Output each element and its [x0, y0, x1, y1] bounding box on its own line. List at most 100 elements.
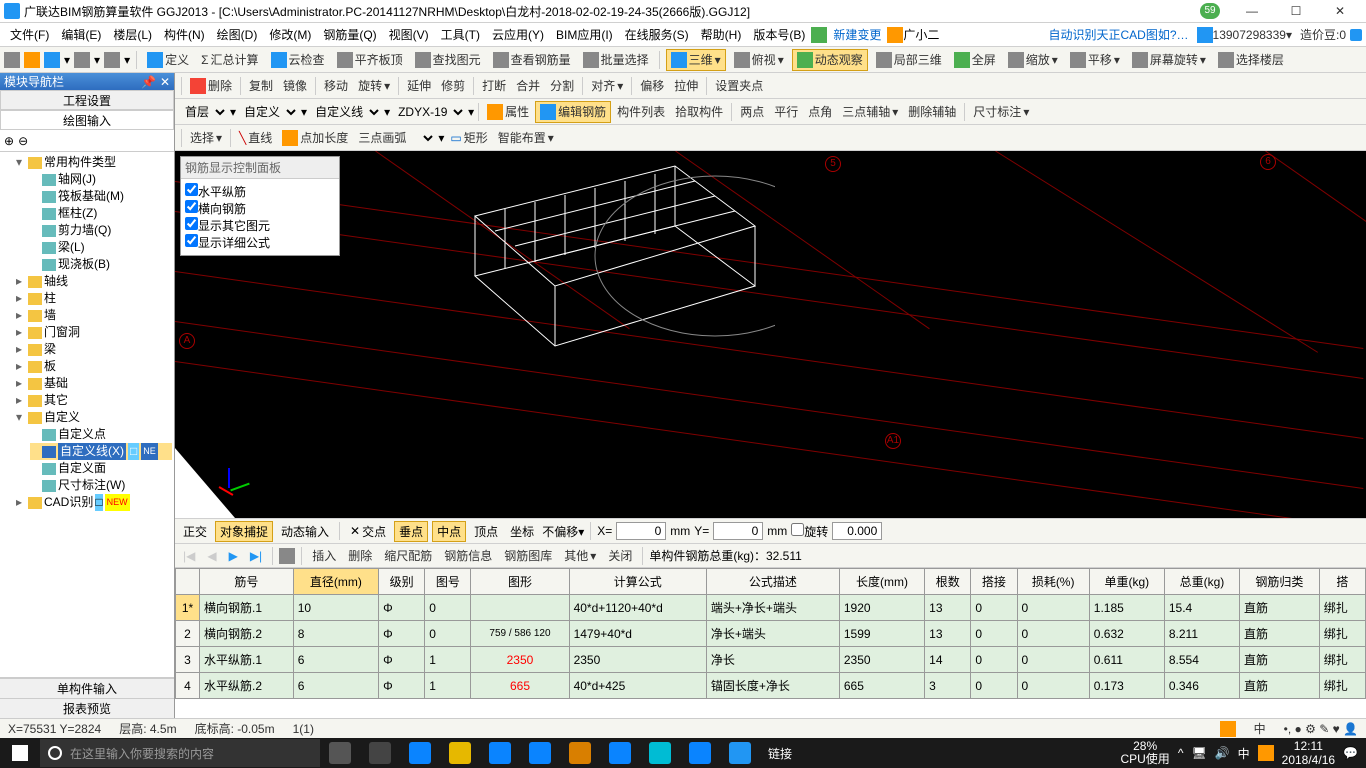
- viewport-3d[interactable]: 5 6 A A1: [175, 151, 1366, 518]
- tab-single-input[interactable]: 单构件输入: [0, 678, 174, 698]
- menu-version[interactable]: 版本号(B): [747, 26, 811, 43]
- local3d-button[interactable]: 局部三维: [872, 49, 946, 71]
- viewrebar-button[interactable]: 查看钢筋量: [489, 49, 575, 71]
- taskview-button[interactable]: [320, 738, 360, 768]
- split-button[interactable]: 分割: [546, 75, 578, 97]
- arc3-button[interactable]: 三点画弧: [354, 127, 410, 149]
- floor-select[interactable]: 首层: [179, 104, 228, 120]
- bell-icon[interactable]: [1350, 29, 1362, 41]
- nav-prev[interactable]: ◀: [203, 549, 220, 563]
- dim-button[interactable]: 尺寸标注▾: [969, 101, 1033, 123]
- snap-osnap[interactable]: 对象捕捉: [215, 521, 273, 542]
- menu-online[interactable]: 在线服务(S): [619, 26, 695, 43]
- arc-select[interactable]: [412, 130, 436, 146]
- start-button[interactable]: [0, 738, 40, 768]
- lib-button[interactable]: 钢筋图库: [500, 545, 556, 567]
- tray-icons[interactable]: •, ● ⚙ ✎ ♥ 👤: [1284, 722, 1358, 736]
- rotate-input[interactable]: [832, 522, 882, 540]
- addlen-button[interactable]: 点加长度: [278, 127, 352, 149]
- notif-icon[interactable]: 💬: [1343, 746, 1358, 760]
- view3d-button[interactable]: 三维▾: [666, 49, 726, 71]
- rotate-check[interactable]: 旋转: [791, 523, 828, 540]
- snap-ortho[interactable]: 正交: [179, 522, 211, 541]
- merge-button[interactable]: 合并: [512, 75, 544, 97]
- nav-last[interactable]: ▶|: [246, 549, 266, 563]
- tray-s-icon[interactable]: [1258, 745, 1274, 761]
- menu-floor[interactable]: 楼层(L): [107, 26, 158, 43]
- app7-button[interactable]: [600, 738, 640, 768]
- col-header[interactable]: 直径(mm): [293, 569, 378, 595]
- ime-label[interactable]: 中: [1254, 720, 1266, 737]
- panel-close-icon[interactable]: ✕: [160, 75, 170, 89]
- menu-component[interactable]: 构件(N): [158, 26, 211, 43]
- select-button[interactable]: 选择▾: [186, 127, 226, 149]
- app8-button[interactable]: [640, 738, 680, 768]
- rebar-display-panel[interactable]: 钢筋显示控制面板 水平纵筋 横向钢筋 显示其它图元 显示详细公式: [180, 156, 340, 256]
- find-button[interactable]: 查找图元: [411, 49, 485, 71]
- app2-button[interactable]: [400, 738, 440, 768]
- app10-button[interactable]: [720, 738, 760, 768]
- code-select[interactable]: ZDYX-19: [392, 104, 466, 120]
- insert-button[interactable]: 插入: [308, 545, 340, 567]
- app5-button[interactable]: [520, 738, 560, 768]
- stretch-button[interactable]: 拉伸: [670, 75, 702, 97]
- table-row[interactable]: 3水平纵筋.16Φ123502350净长235014000.6118.554直筋…: [176, 647, 1366, 673]
- y-input[interactable]: [713, 522, 763, 540]
- subcat-select[interactable]: 自定义线: [309, 104, 382, 120]
- chk-trans[interactable]: 横向钢筋: [185, 200, 335, 217]
- lock-icon[interactable]: [279, 548, 295, 564]
- table-row[interactable]: 4水平纵筋.26Φ166540*d+425锚固长度+净长6653000.1730…: [176, 673, 1366, 699]
- col-header[interactable]: 搭: [1319, 569, 1365, 595]
- col-header[interactable]: 损耗(%): [1017, 569, 1089, 595]
- undo-icon[interactable]: [74, 52, 90, 68]
- pin-icon[interactable]: 📌: [141, 75, 156, 89]
- complist-button[interactable]: 构件列表: [613, 101, 669, 123]
- app4-button[interactable]: [480, 738, 520, 768]
- app6-button[interactable]: [560, 738, 600, 768]
- leveltop-button[interactable]: 平齐板顶: [333, 49, 407, 71]
- other-button[interactable]: 其他▾: [560, 545, 600, 567]
- twopoint-button[interactable]: 两点: [736, 101, 768, 123]
- delrow-button[interactable]: 删除: [344, 545, 376, 567]
- auto-recognize-link[interactable]: 自动识别天正CAD图如?…: [1049, 26, 1189, 43]
- tree-collapse-icon[interactable]: ⊖: [18, 134, 28, 148]
- pan-button[interactable]: 平移▾: [1066, 49, 1124, 71]
- link-label[interactable]: 链接: [760, 745, 800, 762]
- cloudcheck-button[interactable]: 云检查: [267, 49, 329, 71]
- grip-button[interactable]: 设置夹点: [711, 75, 767, 97]
- phone-label[interactable]: 13907298339 ▾: [1197, 27, 1292, 43]
- nooffset-select[interactable]: 不偏移▾: [542, 523, 584, 540]
- app3-button[interactable]: [440, 738, 480, 768]
- minimize-button[interactable]: —: [1230, 0, 1274, 23]
- table-row[interactable]: 1*横向钢筋.110Φ040*d+1120+40*d端头+净长+端头192013…: [176, 595, 1366, 621]
- batchsel-button[interactable]: 批量选择: [579, 49, 653, 71]
- col-header[interactable]: 计算公式: [569, 569, 706, 595]
- snap-peak[interactable]: 顶点: [470, 522, 502, 541]
- parallel-button[interactable]: 平行: [770, 101, 802, 123]
- col-header[interactable]: 长度(mm): [839, 569, 924, 595]
- col-header[interactable]: 图号: [425, 569, 471, 595]
- mirror-button[interactable]: 镜像: [279, 75, 311, 97]
- menu-help[interactable]: 帮助(H): [695, 26, 748, 43]
- chk-other[interactable]: 显示其它图元: [185, 217, 335, 234]
- scale-button[interactable]: 缩尺配筋: [380, 545, 436, 567]
- redo-icon[interactable]: [104, 52, 120, 68]
- snap-coord[interactable]: 坐标: [506, 522, 538, 541]
- copy-button[interactable]: 复制: [245, 75, 277, 97]
- tray-vol-icon[interactable]: 🔊: [1215, 746, 1230, 760]
- topview-button[interactable]: 俯视▾: [730, 49, 788, 71]
- category-select[interactable]: 自定义: [238, 104, 299, 120]
- col-header[interactable]: 钢筋归类: [1239, 569, 1319, 595]
- col-header[interactable]: [176, 569, 200, 595]
- editrebar-button[interactable]: 编辑钢筋: [535, 101, 611, 123]
- ime-s-icon[interactable]: [1220, 721, 1236, 737]
- tree-expand-icon[interactable]: ⊕: [4, 134, 14, 148]
- snap-mid[interactable]: 中点: [432, 521, 466, 542]
- angle-button[interactable]: 点角: [804, 101, 836, 123]
- menu-draw[interactable]: 绘图(D): [211, 26, 264, 43]
- delaux-button[interactable]: 删除辅轴: [904, 101, 960, 123]
- col-header[interactable]: 级别: [379, 569, 425, 595]
- closeedit-button[interactable]: 关闭: [604, 545, 636, 567]
- x-input[interactable]: [616, 522, 666, 540]
- tray-ime-icon[interactable]: 中: [1238, 745, 1250, 762]
